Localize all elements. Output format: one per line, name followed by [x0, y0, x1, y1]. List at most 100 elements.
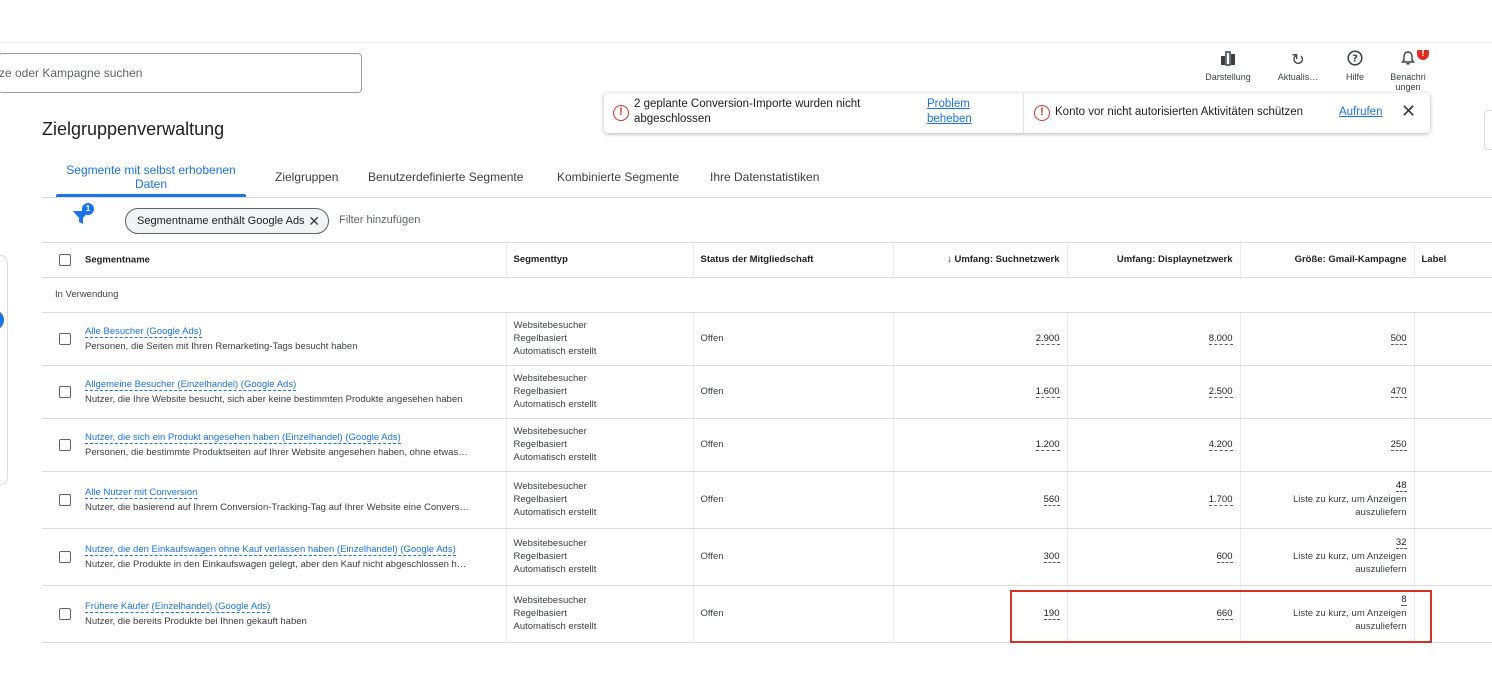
column-membership-status[interactable]: Status der Mitgliedschaft	[693, 243, 894, 278]
label-cell	[1414, 471, 1492, 529]
table-row[interactable]: Alle Besucher (Google Ads) Personen, die …	[42, 312, 1492, 366]
remove-filter-icon[interactable]: ✕	[308, 209, 320, 233]
add-filter-button[interactable]: Filter hinzufügen	[339, 214, 420, 226]
notifications-button[interactable]: ! Benachri ungen	[1383, 50, 1433, 94]
table-row[interactable]: Alle Nutzer mit Conversion Nutzer, die ba…	[42, 471, 1492, 529]
filter-bar: 1 Segmentname enthält Google Ads ✕ Filte…	[42, 199, 1492, 243]
segment-name-link[interactable]: Alle Nutzer mit Conversion	[85, 486, 198, 499]
gmail-size-cell: 32 Liste zu kurz, um Anzeigen auszuliefer…	[1240, 528, 1415, 586]
row-checkbox[interactable]	[59, 607, 71, 620]
segment-description: Nutzer, die basierend auf Ihrem Conversi…	[85, 501, 469, 513]
row-checkbox[interactable]	[59, 550, 71, 563]
segment-type-cell: Websitebesucher Regelbasiert Automatisch e…	[506, 528, 694, 586]
display-size-value[interactable]: 8.000	[1208, 333, 1233, 345]
refresh-button[interactable]: ↻ Aktualis…	[1268, 50, 1328, 82]
display-size-value[interactable]: 4.200	[1208, 439, 1233, 451]
size-warning-note: Liste zu kurz, um Anzeigen auszuliefern	[1292, 551, 1407, 575]
segment-type-line: Automatisch erstellt	[513, 452, 597, 463]
section-label: In Verwendung	[42, 277, 1492, 313]
filter-count-badge: 1	[82, 203, 94, 215]
help-button[interactable]: ? Hilfe	[1325, 50, 1385, 82]
column-label[interactable]: Label	[1414, 243, 1492, 278]
segment-name-cell: Nutzer, die den Einkaufswagen ohne Kauf …	[42, 528, 507, 586]
row-checkbox[interactable]	[59, 438, 71, 451]
segment-description: Nutzer, die Produkte in den Einkaufswage…	[85, 558, 467, 570]
gmail-size-value[interactable]: 48	[1395, 480, 1407, 492]
column-search-size[interactable]: ↓ Umfang: Suchnetzwerk	[893, 243, 1068, 278]
segment-type-cell: Websitebesucher Regelbasiert Automatisch e…	[506, 365, 694, 419]
segment-name-cell: Alle Besucher (Google Ads) Personen, die …	[42, 312, 507, 366]
open-link[interactable]: Aufrufen	[1339, 106, 1382, 118]
segment-name-cell: Alle Nutzer mit Conversion Nutzer, die ba…	[42, 471, 507, 529]
segment-name-link[interactable]: Nutzer, die sich ein Produkt angesehen h…	[85, 431, 401, 444]
segment-name-cell: Nutzer, die sich ein Produkt angesehen h…	[42, 418, 507, 472]
tab-combined-segments[interactable]: Kombinierte Segmente	[557, 170, 679, 184]
display-size-cell: 600	[1067, 528, 1241, 586]
table-row[interactable]: Allgemeine Besucher (Einzelhandel) (Goog…	[42, 365, 1492, 419]
segment-type-line: Automatisch erstellt	[513, 564, 597, 575]
segment-description: Personen, die Seiten mit Ihren Remarketi…	[85, 340, 358, 352]
active-tab-indicator	[56, 194, 246, 197]
help-label: Hilfe	[1345, 72, 1364, 82]
column-display-size[interactable]: Umfang: Displaynetzwerk	[1067, 243, 1241, 278]
search-size-value[interactable]: 300	[1043, 551, 1060, 563]
segment-type-line: Regelbasiert	[513, 386, 567, 397]
row-checkbox[interactable]	[59, 493, 71, 506]
close-icon[interactable]: ✕	[1401, 101, 1416, 122]
account-security-alert: ! Konto vor nicht autorisierten Aktivitä…	[1024, 93, 1430, 133]
fix-problem-link[interactable]: Problem beheben	[927, 97, 993, 127]
search-size-value[interactable]: 1.200	[1035, 439, 1060, 451]
gmail-size-value[interactable]: 470	[1390, 386, 1407, 398]
table-row[interactable]: Nutzer, die sich ein Produkt angesehen h…	[42, 418, 1492, 472]
filter-chip-label: Segmentname enthält Google Ads	[137, 215, 305, 227]
column-segment-type[interactable]: Segmenttyp	[506, 243, 694, 278]
gmail-size-value[interactable]: 250	[1390, 439, 1407, 451]
tab-custom-segments[interactable]: Benutzerdefinierte Segmente	[368, 170, 523, 184]
segment-type-cell: Websitebesucher Regelbasiert Automatisch e…	[506, 418, 694, 472]
row-checkbox[interactable]	[59, 385, 71, 398]
appearance-button[interactable]: Darstellung	[1198, 50, 1258, 82]
segment-type-line: Regelbasiert	[513, 551, 567, 562]
display-size-value[interactable]: 600	[1216, 551, 1233, 563]
left-panel-edge	[0, 255, 8, 485]
membership-status-cell: Offen	[693, 528, 894, 586]
segment-name-link[interactable]: Nutzer, die den Einkaufswagen ohne Kauf …	[85, 543, 456, 556]
search-input[interactable]: ze oder Kampagne suchen	[0, 53, 362, 93]
tab-audiences[interactable]: Zielgruppen	[275, 170, 338, 184]
size-warning-note: Liste zu kurz, um Anzeigen auszuliefern	[1292, 494, 1407, 518]
select-all-checkbox[interactable]	[59, 253, 71, 266]
table-row[interactable]: Nutzer, die den Einkaufswagen ohne Kauf …	[42, 528, 1492, 586]
row-checkbox[interactable]	[59, 332, 71, 345]
display-size-cell: 1.700	[1067, 471, 1241, 529]
side-panel-toggle[interactable]	[1484, 110, 1492, 150]
segment-type-line: Automatisch erstellt	[513, 621, 597, 632]
segment-type-line: Websitebesucher	[513, 373, 587, 384]
label-cell	[1414, 312, 1492, 366]
tab-first-party-segments[interactable]: Segmente mit selbst erhobenen Daten	[56, 163, 246, 191]
segment-name-link[interactable]: Allgemeine Besucher (Einzelhandel) (Goog…	[85, 378, 297, 391]
display-size-value[interactable]: 2.500	[1208, 386, 1233, 398]
membership-status-cell: Offen	[693, 312, 894, 366]
filter-chip[interactable]: Segmentname enthält Google Ads ✕	[125, 208, 329, 234]
search-size-value[interactable]: 1.600	[1035, 386, 1060, 398]
segment-name-link[interactable]: Alle Besucher (Google Ads)	[85, 325, 202, 338]
membership-status-cell: Offen	[693, 471, 894, 529]
segments-table: Segmentname Segmenttyp Status der Mitgli…	[42, 243, 1492, 643]
segment-type-line: Websitebesucher	[513, 481, 587, 492]
segment-name-cell: Frühere Käufer (Einzelhandel) (Google Ad…	[42, 585, 507, 643]
segment-description: Nutzer, die Ihre Website besucht, sich a…	[85, 393, 463, 405]
segment-name-link[interactable]: Frühere Käufer (Einzelhandel) (Google Ad…	[85, 600, 271, 613]
segment-type-line: Automatisch erstellt	[513, 399, 597, 410]
search-size-value[interactable]: 2.900	[1035, 333, 1060, 345]
display-size-value[interactable]: 1.700	[1208, 494, 1233, 506]
segment-description: Personen, die bestimmte Produktseiten au…	[85, 446, 468, 458]
tab-data-stats[interactable]: Ihre Datenstatistiken	[710, 170, 819, 184]
gmail-size-value[interactable]: 32	[1395, 537, 1407, 549]
column-segment-name[interactable]: Segmentname	[42, 243, 507, 278]
search-size-value[interactable]: 560	[1043, 494, 1060, 506]
column-gmail-size[interactable]: Größe: Gmail-Kampagne	[1240, 243, 1415, 278]
segment-type-line: Websitebesucher	[513, 320, 587, 331]
label-cell	[1414, 365, 1492, 419]
gmail-size-value[interactable]: 500	[1390, 333, 1407, 345]
highlight-box	[1010, 590, 1432, 643]
